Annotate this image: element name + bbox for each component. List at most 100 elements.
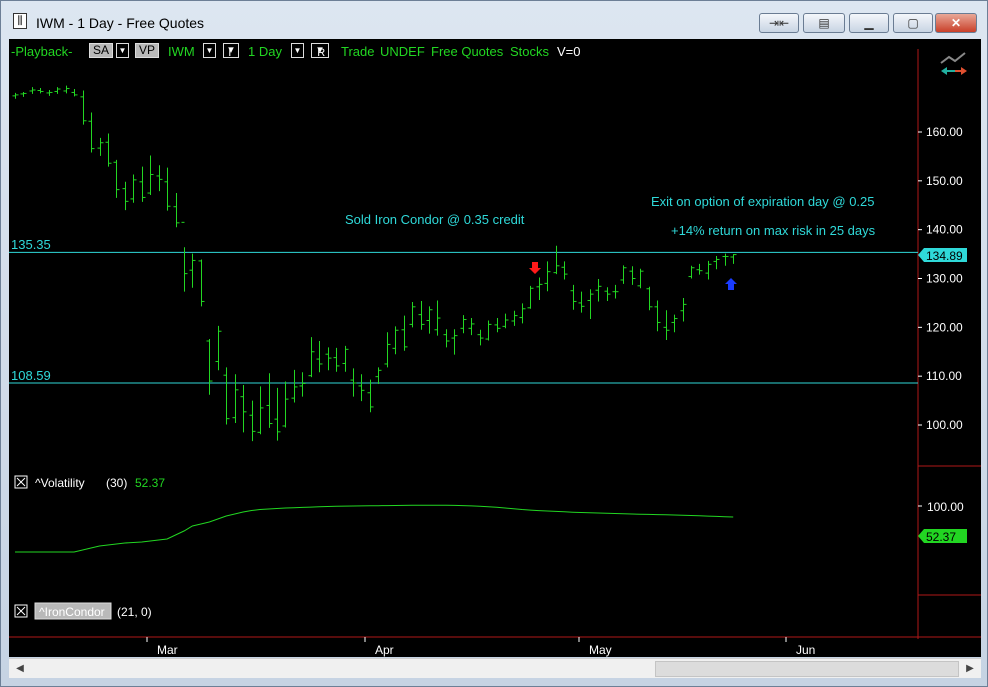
price-bar	[409, 301, 416, 328]
price-bar	[392, 326, 399, 355]
price-bar	[80, 90, 87, 125]
price-bar	[401, 315, 408, 351]
price-bar	[316, 341, 323, 373]
price-bar	[536, 277, 543, 300]
ironcondor-header[interactable]: ^IronCondor (21, 0)	[14, 602, 152, 620]
price-bar	[434, 300, 441, 336]
price-axis: 160.00 150.00 140.00 130.00 120.00 110.00 100.…	[918, 125, 963, 432]
price-bar	[451, 329, 458, 355]
price-bar	[705, 260, 712, 280]
price-bar	[671, 314, 678, 333]
time-tick-label: Apr	[375, 643, 394, 657]
price-bar	[20, 91, 27, 97]
price-bar	[291, 369, 298, 403]
volatility-axis-tick: 100.00	[927, 500, 964, 514]
chart-bars-icon: ⫼	[13, 13, 27, 29]
price-bar	[384, 332, 391, 368]
price-bar	[29, 87, 36, 94]
price-bar	[342, 345, 349, 372]
price-bar	[189, 253, 196, 288]
volatility-line	[15, 504, 734, 553]
horizontal-scrollbar[interactable]: ◀ ▶	[9, 658, 981, 678]
trade-label[interactable]: Trade	[341, 44, 374, 59]
last-price-value: 134.89	[926, 249, 963, 263]
interval-dropdown-icon[interactable]: ▼	[291, 43, 304, 58]
price-bar	[485, 320, 492, 341]
price-bar	[553, 245, 560, 275]
price-bar	[266, 373, 273, 428]
interval-label[interactable]: 1 Day	[248, 44, 282, 59]
volatility-value: 52.37	[135, 476, 165, 490]
playback-label[interactable]: -Playback-	[11, 44, 72, 59]
price-bar	[561, 261, 568, 280]
price-bar	[46, 90, 53, 96]
price-bar	[198, 259, 205, 307]
price-bar	[12, 92, 19, 99]
price-bars	[12, 85, 737, 442]
last-price-tag: 134.89	[918, 248, 967, 263]
symbol-dropdown-icon[interactable]: ▼	[203, 43, 216, 58]
price-bar	[418, 300, 425, 330]
volatility-header[interactable]: ^Volatility (30) 52.37	[14, 475, 165, 490]
time-axis: Mar Apr May Jun	[146, 637, 815, 657]
price-bar	[333, 347, 340, 372]
price-bar	[688, 265, 695, 279]
price-bar	[570, 284, 577, 310]
price-tick-label: 140.00	[926, 223, 963, 237]
price-tick-label: 120.00	[926, 320, 963, 334]
price-bar	[544, 261, 551, 292]
price-bar	[173, 193, 180, 228]
price-bar	[527, 285, 534, 309]
price-bar	[587, 289, 594, 320]
price-bar	[206, 339, 213, 395]
upper-level-label: 135.35	[11, 237, 51, 252]
volatility-value-tag: 52.37	[918, 529, 967, 544]
notes-icon[interactable]: ▤	[803, 13, 845, 33]
price-bar	[249, 400, 256, 442]
price-bar	[54, 87, 61, 94]
volatility-param: (30)	[106, 476, 127, 490]
type-label: Stocks	[510, 44, 550, 59]
price-bar	[97, 137, 104, 156]
close-button[interactable]: ✕	[935, 13, 977, 33]
price-bar	[629, 266, 636, 285]
price-bar	[71, 89, 78, 97]
entry-note: Sold Iron Condor @ 0.35 credit	[345, 212, 525, 227]
symbol-label[interactable]: IWM	[168, 44, 195, 59]
price-bar	[646, 286, 653, 311]
price-bar	[164, 167, 171, 211]
maximize-button[interactable]: ▢	[893, 13, 933, 33]
price-bar	[730, 254, 737, 264]
ironcondor-name: ^IronCondor	[39, 605, 105, 619]
price-bar	[274, 387, 281, 441]
trend-arrows-icon[interactable]	[939, 51, 969, 77]
vp-button[interactable]: VP	[135, 43, 160, 58]
maximize-icon: ▢	[907, 16, 919, 30]
price-bar	[477, 329, 484, 346]
price-bar	[696, 263, 703, 275]
title-bar[interactable]: ⫼ IWM - 1 Day - Free Quotes ⇥⇤ ▤ ▁ ▢ ✕	[1, 1, 987, 39]
scroll-left-icon[interactable]: ◀	[11, 660, 29, 678]
price-bar	[663, 310, 670, 341]
price-bar	[637, 268, 644, 289]
price-chart-svg[interactable]: 160.00 150.00 140.00 130.00 120.00 110.00 100.…	[9, 39, 981, 657]
sa-button[interactable]: SA	[89, 43, 114, 58]
price-bar	[375, 367, 382, 384]
feed-label: Free Quotes	[431, 44, 504, 59]
scroll-thumb[interactable]	[655, 661, 959, 677]
time-tick-label: May	[589, 643, 612, 657]
range-box[interactable]: R ▾	[311, 43, 329, 59]
price-bar	[122, 181, 129, 211]
close-icon: ✕	[950, 16, 962, 30]
price-bar	[713, 256, 720, 270]
time-tick-label: Mar	[157, 643, 178, 657]
restore-icon[interactable]: ⇥⇤	[759, 13, 799, 33]
price-tick-label: 160.00	[926, 125, 963, 139]
price-bar	[232, 374, 239, 424]
price-bar	[578, 291, 585, 313]
sa-dropdown-icon[interactable]: ▼	[116, 43, 129, 58]
price-bar	[257, 386, 264, 435]
scroll-right-icon[interactable]: ▶	[961, 660, 979, 678]
interval-box[interactable]: I ▾	[223, 43, 239, 59]
minimize-button[interactable]: ▁	[849, 13, 889, 33]
